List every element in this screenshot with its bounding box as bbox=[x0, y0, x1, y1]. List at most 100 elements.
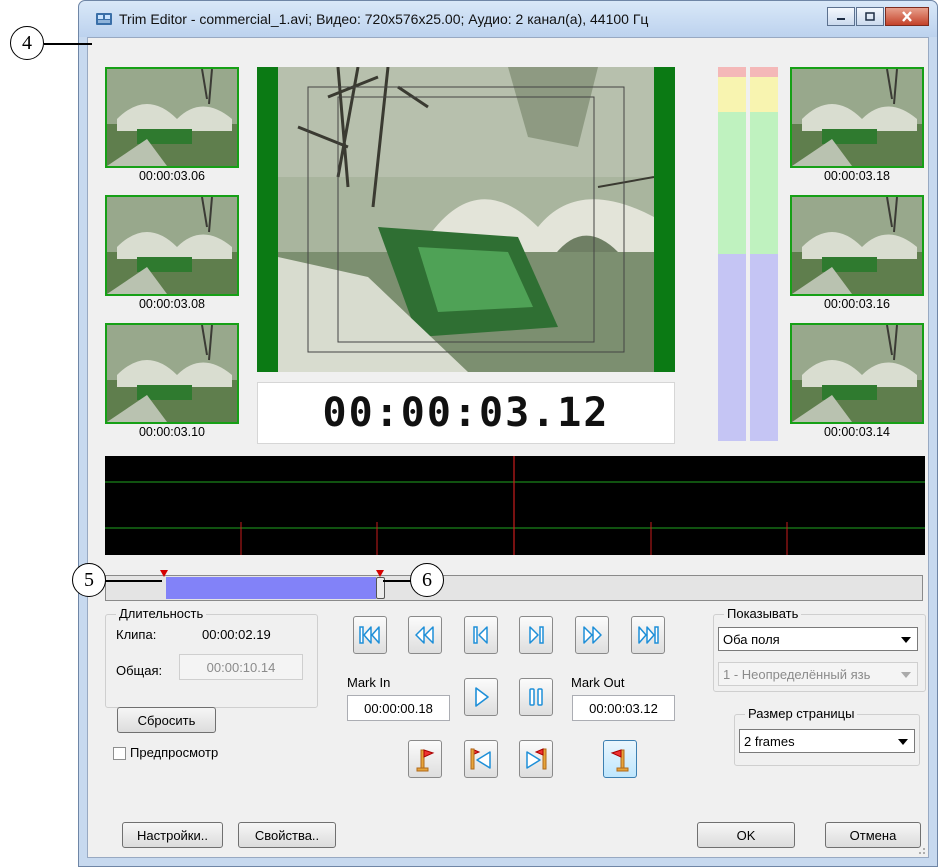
video-preview[interactable] bbox=[257, 67, 675, 372]
thumbnail-timecode: 00:00:03.16 bbox=[823, 297, 891, 311]
thumbnail-right-1[interactable]: 00:00:03.18 bbox=[790, 67, 924, 183]
preview-frame bbox=[278, 67, 654, 372]
flag-mark-in-icon bbox=[416, 749, 435, 772]
timeline-track[interactable] bbox=[105, 570, 923, 601]
clip-duration-value: 00:00:02.19 bbox=[202, 627, 271, 642]
clip-duration-label: Клипа: bbox=[116, 627, 157, 642]
go-to-mark-out-icon bbox=[526, 748, 547, 770]
close-icon bbox=[902, 11, 912, 22]
thumbnail-right-3[interactable]: 00:00:03.14 bbox=[790, 323, 924, 439]
film-app-icon bbox=[96, 13, 112, 25]
thumbnail-left-3[interactable]: 00:00:03.10 bbox=[105, 323, 239, 439]
thumbnail-timecode: 00:00:03.08 bbox=[138, 297, 206, 311]
thumbnail-right-2[interactable]: 00:00:03.16 bbox=[790, 195, 924, 311]
audio-meter-left bbox=[718, 67, 746, 441]
page-size-select[interactable]: 2 frames bbox=[739, 729, 915, 753]
mark-in-marker[interactable] bbox=[160, 570, 168, 577]
thumbnail-image bbox=[790, 323, 924, 424]
next-frame-button[interactable] bbox=[519, 616, 553, 654]
rewind-icon bbox=[415, 626, 434, 644]
chevron-down-icon bbox=[898, 739, 908, 745]
rewind-button[interactable] bbox=[408, 616, 442, 654]
thumbnail-timecode: 00:00:03.14 bbox=[823, 425, 891, 439]
thumbnail-timecode: 00:00:03.18 bbox=[823, 169, 891, 183]
selected-range[interactable] bbox=[166, 577, 376, 599]
page-size-group: Размер страницы 2 frames bbox=[734, 706, 920, 766]
set-mark-in-button[interactable] bbox=[408, 740, 442, 778]
go-to-mark-out-button[interactable] bbox=[519, 740, 553, 778]
trim-editor-window: Trim Editor - commercial_1.avi; Видео: 7… bbox=[78, 0, 938, 867]
properties-button[interactable]: Свойства.. bbox=[238, 822, 336, 848]
go-to-end-icon bbox=[638, 626, 659, 644]
fields-select-value: Оба поля bbox=[723, 631, 780, 647]
thumbnail-image bbox=[105, 195, 239, 296]
play-button[interactable] bbox=[464, 678, 498, 716]
pause-button[interactable] bbox=[519, 678, 553, 716]
fast-forward-button[interactable] bbox=[575, 616, 609, 654]
maximize-button[interactable] bbox=[856, 7, 884, 26]
thumbnail-image bbox=[790, 67, 924, 168]
chevron-down-icon bbox=[901, 637, 911, 643]
current-timecode: 00:00:03.12 bbox=[257, 382, 675, 444]
callout-6-leader bbox=[383, 580, 411, 582]
duration-group: Длительность Клипа: 00:00:02.19 Общая: 0… bbox=[105, 606, 318, 708]
title-bar[interactable]: Trim Editor - commercial_1.avi; Видео: 7… bbox=[79, 1, 937, 37]
audio-meter-right bbox=[750, 67, 778, 441]
callout-4: 4 bbox=[10, 26, 44, 60]
next-frame-icon bbox=[529, 626, 544, 644]
fast-forward-icon bbox=[583, 626, 602, 644]
reset-button[interactable]: Сбросить bbox=[117, 707, 216, 733]
resize-grip-icon[interactable] bbox=[914, 843, 926, 855]
callout-5: 5 bbox=[72, 563, 106, 597]
minimize-icon bbox=[837, 17, 845, 20]
mark-out-marker[interactable] bbox=[376, 570, 384, 577]
page-size-select-value: 2 frames bbox=[744, 733, 795, 749]
page-size-group-title: Размер страницы bbox=[745, 706, 858, 721]
maximize-icon bbox=[865, 12, 875, 21]
window-title: Trim Editor - commercial_1.avi; Видео: 7… bbox=[119, 11, 649, 27]
previous-frame-icon bbox=[473, 626, 488, 644]
show-group: Показывать Оба поля 1 - Неопределённый я… bbox=[713, 606, 926, 692]
thumbnail-timecode: 00:00:03.10 bbox=[138, 425, 206, 439]
dialog-client-area: 00:00:03.06 00:00:03.08 00:00:03.10 00:0… bbox=[87, 37, 929, 858]
thumbnail-timecode: 00:00:03.06 bbox=[138, 169, 206, 183]
previous-frame-button[interactable] bbox=[464, 616, 498, 654]
mark-out-field[interactable]: 00:00:03.12 bbox=[572, 695, 675, 721]
language-select: 1 - Неопределённый язь bbox=[718, 662, 918, 686]
settings-button[interactable]: Настройки.. bbox=[122, 822, 223, 848]
go-to-start-button[interactable] bbox=[353, 616, 387, 654]
show-group-title: Показывать bbox=[724, 606, 802, 621]
mark-in-label: Mark In bbox=[347, 675, 391, 690]
ok-button[interactable]: OK bbox=[697, 822, 795, 848]
language-select-value: 1 - Неопределённый язь bbox=[723, 666, 871, 682]
callout-5-leader bbox=[104, 580, 162, 582]
preview-checkbox[interactable] bbox=[113, 747, 126, 760]
mark-in-field[interactable]: 00:00:00.18 bbox=[347, 695, 450, 721]
minimize-button[interactable] bbox=[827, 7, 855, 26]
thumbnail-left-2[interactable]: 00:00:03.08 bbox=[105, 195, 239, 311]
go-to-start-icon bbox=[359, 626, 380, 644]
set-mark-out-button[interactable] bbox=[603, 740, 637, 778]
go-to-mark-in-button[interactable] bbox=[464, 740, 498, 778]
fields-select[interactable]: Оба поля bbox=[718, 627, 918, 651]
total-duration-label: Общая: bbox=[116, 663, 163, 678]
thumbnail-left-1[interactable]: 00:00:03.06 bbox=[105, 67, 239, 183]
go-to-mark-in-icon bbox=[470, 748, 491, 770]
preview-checkbox-label: Предпросмотр bbox=[130, 745, 219, 760]
pause-icon bbox=[529, 688, 543, 706]
close-button[interactable] bbox=[885, 7, 929, 26]
go-to-end-button[interactable] bbox=[631, 616, 665, 654]
callout-4-leader bbox=[44, 43, 92, 45]
thumbnail-image bbox=[105, 67, 239, 168]
flag-mark-out-icon bbox=[610, 749, 629, 772]
play-icon bbox=[475, 687, 489, 707]
thumbnail-image bbox=[790, 195, 924, 296]
audio-waveform[interactable] bbox=[105, 456, 925, 555]
thumbnail-image bbox=[105, 323, 239, 424]
cancel-button[interactable]: Отмена bbox=[825, 822, 921, 848]
total-duration-field: 00:00:10.14 bbox=[179, 654, 303, 680]
callout-6: 6 bbox=[410, 563, 444, 597]
duration-group-title: Длительность bbox=[116, 606, 207, 621]
chevron-down-icon bbox=[901, 672, 911, 678]
mark-out-label: Mark Out bbox=[571, 675, 625, 690]
